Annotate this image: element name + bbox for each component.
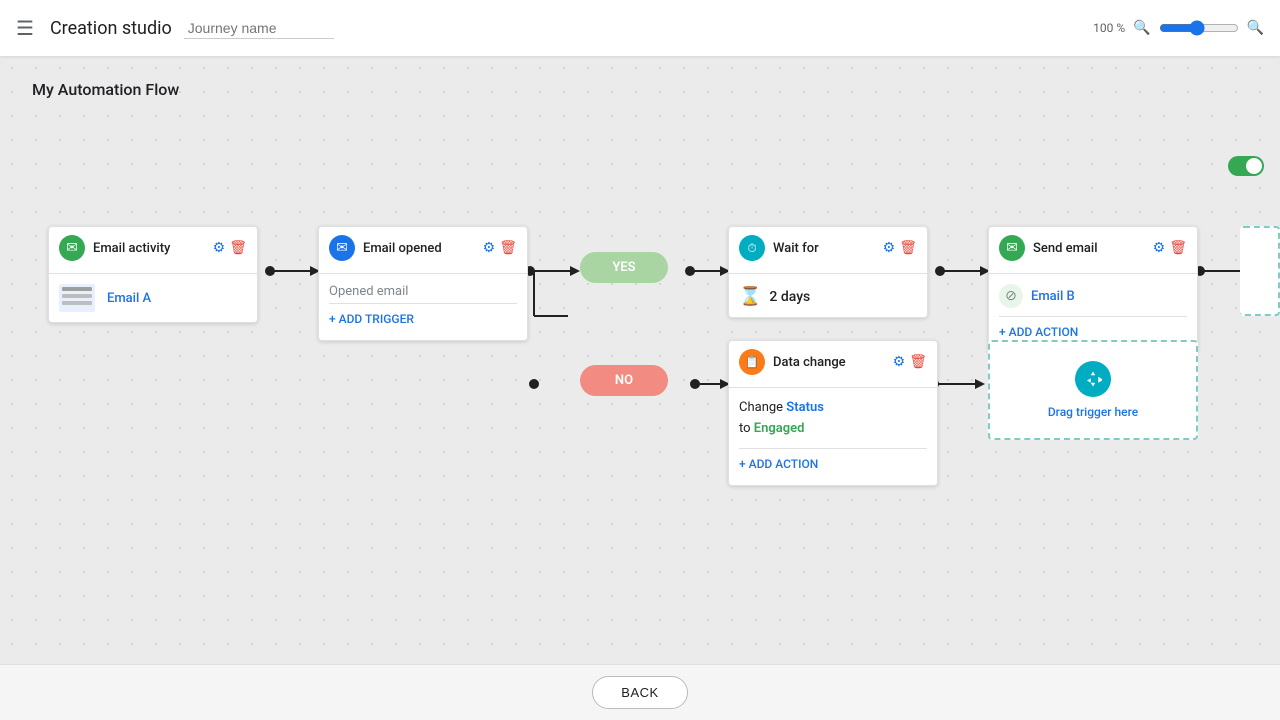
data-change-settings-icon[interactable]: ⚙ xyxy=(893,354,906,370)
divider xyxy=(49,273,257,274)
stripe3 xyxy=(62,301,92,305)
app-title: Creation studio xyxy=(50,18,172,39)
stripe2 xyxy=(62,294,92,298)
add-trigger-button[interactable]: + ADD TRIGGER xyxy=(329,308,414,330)
zoom-in-icon[interactable]: 🔍 xyxy=(1247,20,1264,36)
divider8 xyxy=(739,448,927,449)
wait-for-node: ⏱ Wait for ⚙ 🗑 ⌛ 2 days xyxy=(728,226,928,318)
email-activity-node: ✉ Email activity ⚙ 🗑 Email A xyxy=(48,226,258,323)
wait-days: 2 days xyxy=(769,289,810,305)
divider3 xyxy=(329,303,517,304)
zoom-label: 100 % xyxy=(1093,21,1125,35)
send-email-title: Send email xyxy=(1033,241,1145,256)
divider5 xyxy=(989,273,1197,274)
toggle-knob xyxy=(1246,158,1262,174)
data-change-header: 📋 Data change ⚙ 🗑 xyxy=(729,341,937,383)
send-email-settings-icon[interactable]: ⚙ xyxy=(1153,240,1166,256)
divider6 xyxy=(999,316,1187,317)
wait-for-delete-icon[interactable]: 🗑 xyxy=(899,240,917,256)
email-activity-icon: ✉ xyxy=(59,235,85,261)
email-activity-title: Email activity xyxy=(93,241,205,256)
menu-icon[interactable]: ☰ xyxy=(16,16,34,40)
email-activity-header: ✉ Email activity ⚙ 🗑 xyxy=(49,227,257,269)
flow-canvas: My Automation Flow xyxy=(0,56,1280,664)
drag-trigger-box[interactable]: Drag trigger here xyxy=(988,340,1198,440)
email-activity-actions: ⚙ 🗑 xyxy=(213,240,247,256)
email-opened-actions: ⚙ 🗑 xyxy=(483,240,517,256)
toggle-area xyxy=(1228,156,1264,176)
data-change-icon: 📋 xyxy=(739,349,765,375)
back-button[interactable]: BACK xyxy=(592,676,687,709)
wait-for-title: Wait for xyxy=(773,241,875,256)
wait-for-actions: ⚙ 🗑 xyxy=(883,240,917,256)
data-change-title: Data change xyxy=(773,355,885,370)
email-opened-delete-icon[interactable]: 🗑 xyxy=(499,240,517,256)
send-email-icon: ✉ xyxy=(999,235,1025,261)
drag-trigger-label: Drag trigger here xyxy=(1048,405,1138,419)
data-change-body: Change Status to Engaged + ADD ACTION xyxy=(729,392,937,485)
email-b-icon: ⊘ xyxy=(999,284,1023,308)
partial-node xyxy=(1240,226,1280,316)
wait-for-body: ⌛ 2 days xyxy=(729,278,927,317)
email-a-thumbnail xyxy=(59,284,95,312)
journey-name-input[interactable] xyxy=(184,18,334,39)
email-opened-header: ✉ Email opened ⚙ 🗑 xyxy=(319,227,527,269)
data-change-actions: ⚙ 🗑 xyxy=(893,354,927,370)
send-email-delete-icon[interactable]: 🗑 xyxy=(1169,240,1187,256)
no-connector: NO xyxy=(580,365,668,396)
send-email-header: ✉ Send email ⚙ 🗑 xyxy=(989,227,1197,269)
no-label: NO xyxy=(615,373,633,388)
divider4 xyxy=(729,273,927,274)
data-change-node: 📋 Data change ⚙ 🗑 Change Status to Engag… xyxy=(728,340,938,486)
divider2 xyxy=(319,273,527,274)
wait-for-header: ⏱ Wait for ⚙ 🗑 xyxy=(729,227,927,269)
hourglass-icon: ⌛ xyxy=(739,286,761,307)
zoom-out-icon[interactable]: 🔍 xyxy=(1133,20,1150,36)
data-change-delete-icon[interactable]: 🗑 xyxy=(909,354,927,370)
send-email-actions: ⚙ 🗑 xyxy=(1153,240,1187,256)
stripe1 xyxy=(62,287,92,291)
header: ☰ Creation studio 100 % 🔍 🔍 xyxy=(0,0,1280,56)
email-opened-body: Opened email + ADD TRIGGER xyxy=(319,278,527,340)
change-value: Engaged xyxy=(754,421,805,436)
email-opened-title: Email opened xyxy=(363,241,475,256)
change-field: Status xyxy=(786,400,824,415)
change-status-text: Change Status to Engaged xyxy=(739,398,927,440)
bottom-bar: BACK xyxy=(0,664,1280,720)
send-email-node: ✉ Send email ⚙ 🗑 ⊘ Email B + ADD ACTION xyxy=(988,226,1198,354)
toggle-switch[interactable] xyxy=(1228,156,1264,176)
add-action-data-change-button[interactable]: + ADD ACTION xyxy=(739,453,818,475)
yes-label: YES xyxy=(612,260,635,275)
drag-trigger-icon xyxy=(1075,361,1111,397)
email-b-link[interactable]: Email B xyxy=(1031,289,1075,304)
email-opened-settings-icon[interactable]: ⚙ xyxy=(483,240,496,256)
email-a-link[interactable]: Email A xyxy=(107,291,151,306)
header-right: 100 % 🔍 🔍 xyxy=(1093,20,1264,36)
opened-email-text: Opened email xyxy=(329,284,517,299)
divider7 xyxy=(729,387,937,388)
email-opened-node: ✉ Email opened ⚙ 🗑 Opened email + ADD TR… xyxy=(318,226,528,341)
yes-connector: YES xyxy=(580,252,668,283)
wait-for-icon: ⏱ xyxy=(739,235,765,261)
email-activity-delete-icon[interactable]: 🗑 xyxy=(229,240,247,256)
email-opened-icon: ✉ xyxy=(329,235,355,261)
email-activity-settings-icon[interactable]: ⚙ xyxy=(213,240,226,256)
flow-title: My Automation Flow xyxy=(32,80,179,99)
email-activity-body: Email A xyxy=(49,278,257,322)
zoom-slider[interactable] xyxy=(1159,20,1239,36)
wait-for-settings-icon[interactable]: ⚙ xyxy=(883,240,896,256)
